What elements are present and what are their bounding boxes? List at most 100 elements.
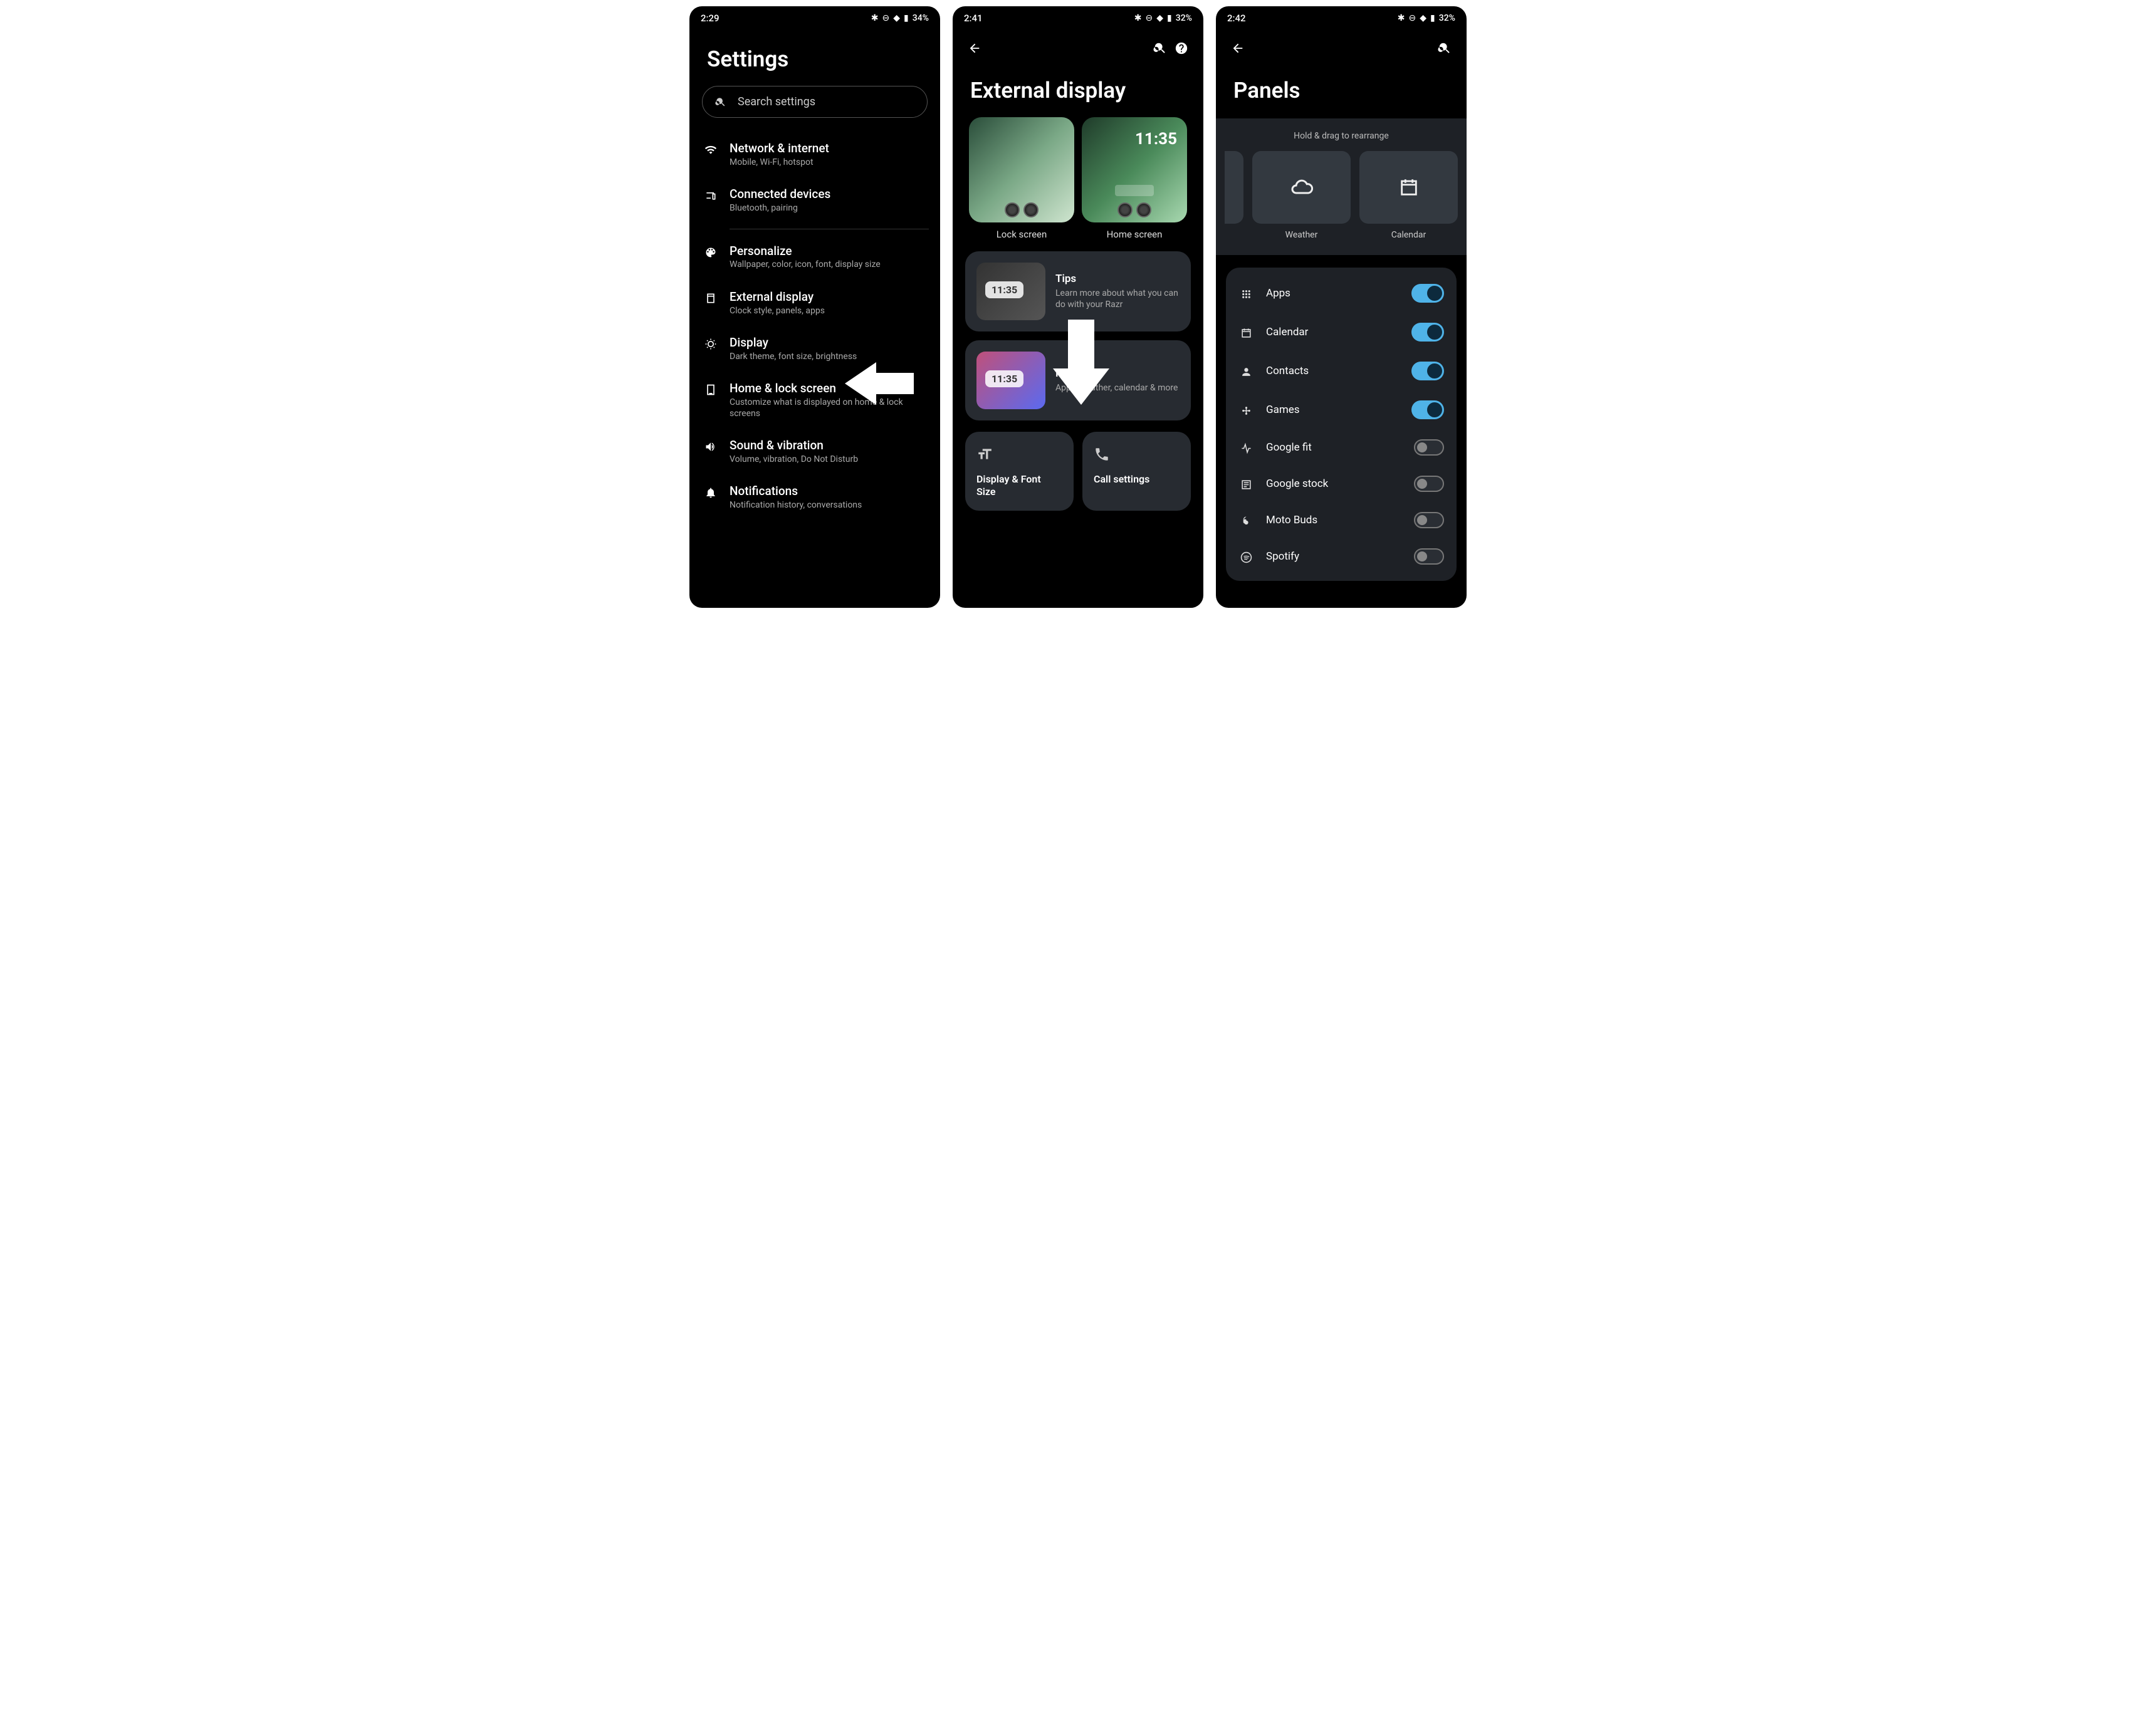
toggle-calendar[interactable]: Calendar <box>1237 313 1445 352</box>
item-title: Personalize <box>730 244 926 259</box>
toggle-list: Apps Calendar Contacts Games Google fit … <box>1226 268 1457 581</box>
switch[interactable] <box>1411 323 1444 342</box>
bluetooth-icon: ✱ <box>1398 13 1405 23</box>
back-button[interactable] <box>964 38 985 59</box>
screenshot-external-display: 2:41 ✱ ⊖ ◆ ▮ 32% External display Lock s… <box>953 6 1203 608</box>
panel-tile-weather[interactable] <box>1252 151 1351 224</box>
page-title: Settings <box>689 26 940 86</box>
toggle-label: Google stock <box>1266 478 1401 490</box>
toggle-label: Games <box>1266 404 1399 416</box>
font-size-icon <box>976 444 1062 463</box>
toggle-label: Spotify <box>1266 550 1401 563</box>
toggle-label: Calendar <box>1266 326 1399 338</box>
fit-icon <box>1238 441 1253 455</box>
page-title: External display <box>953 63 1203 117</box>
topbar <box>953 26 1203 63</box>
switch[interactable] <box>1414 512 1444 528</box>
toggle-apps[interactable]: Apps <box>1237 274 1445 313</box>
switch[interactable] <box>1411 400 1444 419</box>
settings-item-external-display[interactable]: External display Clock style, panels, ap… <box>701 280 929 326</box>
switch[interactable] <box>1414 548 1444 565</box>
search-input[interactable]: Search settings <box>702 86 928 118</box>
home-screen-tile[interactable]: 11:35 <box>1082 117 1187 222</box>
settings-item-sound-vibration[interactable]: Sound & vibration Volume, vibration, Do … <box>701 429 929 474</box>
sun-icon <box>703 337 718 352</box>
panel-label: Calendar <box>1359 230 1458 240</box>
item-sub: Bluetooth, pairing <box>730 203 926 214</box>
page-title: Panels <box>1216 63 1467 117</box>
search-button[interactable] <box>1434 38 1455 59</box>
card-call-settings[interactable]: Call settings <box>1082 432 1191 511</box>
topbar <box>1216 26 1467 63</box>
toggle-label: Google fit <box>1266 441 1401 454</box>
annotation-arrow-right <box>845 362 914 405</box>
switch[interactable] <box>1414 439 1444 456</box>
settings-item-personalize[interactable]: Personalize Wallpaper, color, icon, font… <box>701 234 929 280</box>
cloud-icon <box>1290 176 1313 199</box>
item-title: Connected devices <box>730 187 926 202</box>
back-button[interactable] <box>1227 38 1248 59</box>
item-title: Sound & vibration <box>730 438 926 453</box>
search-button[interactable] <box>1149 38 1171 59</box>
toggle-games[interactable]: Games <box>1237 390 1445 429</box>
screenshot-settings: 2:29 ✱ ⊖ ◆ ▮ 34% Settings Search setting… <box>689 6 940 608</box>
volume-icon <box>703 439 718 454</box>
dnd-icon: ⊖ <box>1409 13 1416 23</box>
lock-screen-tile[interactable] <box>969 117 1074 222</box>
toggle-google-stock[interactable]: Google stock <box>1237 466 1445 502</box>
thumb-clock: 11:35 <box>985 281 1023 298</box>
item-sub: Wallpaper, color, icon, font, display si… <box>730 259 926 271</box>
wifi-icon: ◆ <box>1156 13 1163 23</box>
status-time: 2:41 <box>964 13 983 24</box>
card-label: Call settings <box>1094 473 1180 486</box>
settings-item-notifications[interactable]: Notifications Notification history, conv… <box>701 474 929 520</box>
item-title: Notifications <box>730 484 926 499</box>
panel-label: Weather <box>1252 230 1351 240</box>
item-title: Display <box>730 335 926 350</box>
panel-tile-partial[interactable] <box>1225 151 1243 224</box>
status-bar: 2:42 ✱ ⊖ ◆ ▮ 32% <box>1216 6 1467 26</box>
help-button[interactable] <box>1171 38 1192 59</box>
switch[interactable] <box>1414 476 1444 492</box>
battery-icon: ▮ <box>904 13 909 23</box>
card-sub: Learn more about what you can do with yo… <box>1055 288 1180 310</box>
wifi-icon <box>703 142 718 157</box>
toggle-google-fit[interactable]: Google fit <box>1237 429 1445 466</box>
switch[interactable] <box>1411 284 1444 303</box>
devices-icon <box>703 188 718 203</box>
status-time: 2:42 <box>1227 13 1246 24</box>
status-right: ✱ ⊖ ◆ ▮ 32% <box>1134 13 1192 23</box>
preview-tiles: Lock screen 11:35 Home screen <box>953 117 1203 240</box>
status-bar: 2:29 ✱ ⊖ ◆ ▮ 34% <box>689 6 940 26</box>
tile-label: Home screen <box>1107 229 1163 240</box>
bell-icon <box>703 485 718 500</box>
ext-icon <box>703 291 718 306</box>
panel-tile-calendar[interactable] <box>1359 151 1458 224</box>
settings-item-connected-devices[interactable]: Connected devices Bluetooth, pairing <box>701 177 929 223</box>
card-display-font[interactable]: Display & Font Size <box>965 432 1074 511</box>
wifi-icon: ◆ <box>893 13 900 23</box>
toggle-spotify[interactable]: Spotify <box>1237 538 1445 575</box>
spotify-icon <box>1238 550 1253 564</box>
toggle-label: Contacts <box>1266 365 1399 377</box>
toggle-moto-buds[interactable]: Moto Buds <box>1237 502 1445 538</box>
buds-icon <box>1238 513 1253 528</box>
status-time: 2:29 <box>701 13 720 24</box>
switch[interactable] <box>1411 362 1444 380</box>
palette-icon <box>703 245 718 260</box>
card-title: Tips <box>1055 273 1180 285</box>
settings-item-network-internet[interactable]: Network & internet Mobile, Wi-Fi, hotspo… <box>701 132 929 177</box>
mini-card-row: Display & Font Size Call settings <box>953 432 1203 511</box>
toggle-contacts[interactable]: Contacts <box>1237 352 1445 390</box>
thumb-clock: 11:35 <box>985 370 1023 387</box>
annotation-arrow-down <box>1053 320 1109 405</box>
apps-icon <box>1238 286 1253 301</box>
lock-icon <box>703 382 718 397</box>
bluetooth-icon: ✱ <box>871 13 879 23</box>
dnd-icon: ⊖ <box>1146 13 1153 23</box>
settings-list: Network & internet Mobile, Wi-Fi, hotspo… <box>689 132 940 521</box>
battery-icon: ▮ <box>1167 13 1172 23</box>
rearrange-area: Hold & drag to rearrange Weather Calenda… <box>1216 118 1467 255</box>
item-sub: Dark theme, font size, brightness <box>730 352 926 363</box>
tile-label: Lock screen <box>997 229 1047 240</box>
